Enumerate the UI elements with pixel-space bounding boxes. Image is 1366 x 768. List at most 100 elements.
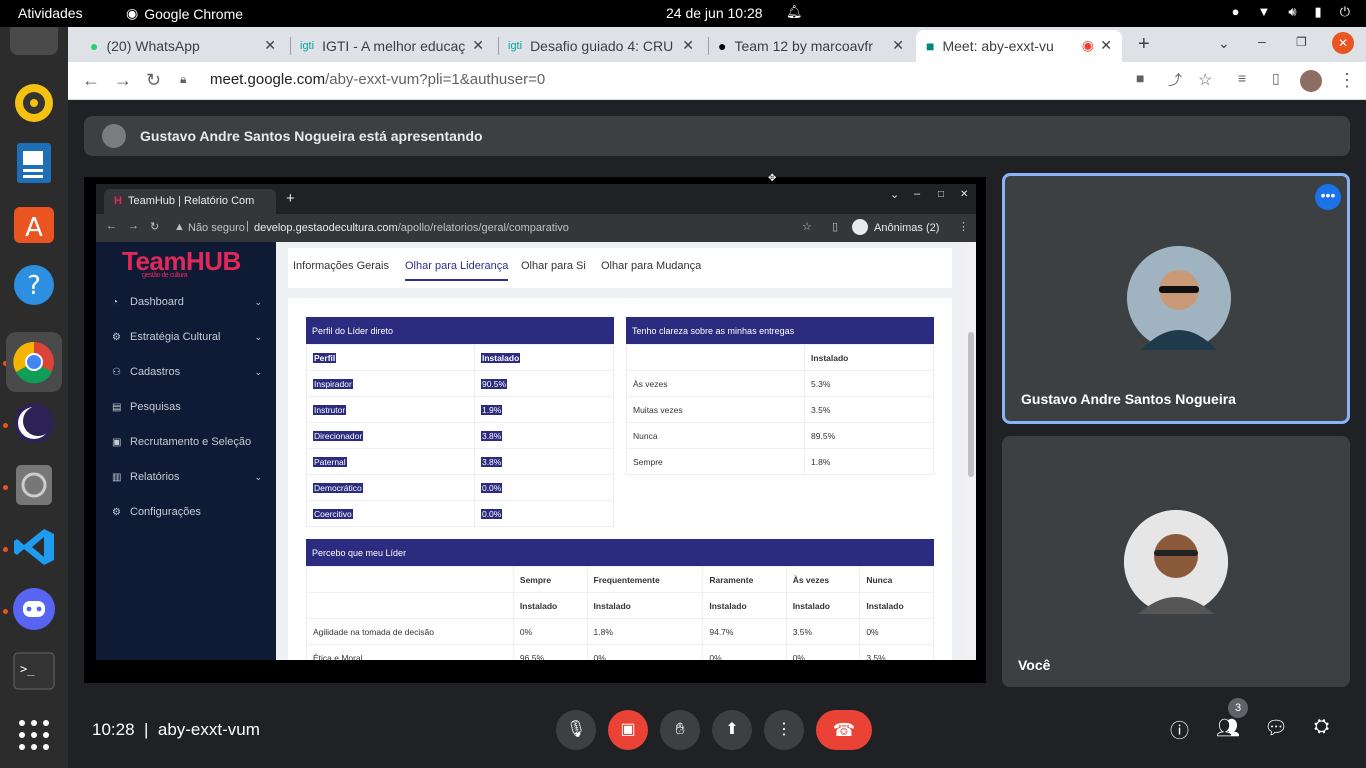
sidebar-item-cadastros[interactable]: ⚇ Cadastros ⌄: [112, 366, 272, 378]
new-tab-icon[interactable]: +: [1138, 33, 1150, 56]
close-tab-icon[interactable]: ✕: [472, 37, 484, 54]
close-tab-icon[interactable]: ✕: [682, 37, 694, 54]
close-window-icon[interactable]: ✕: [1332, 32, 1354, 54]
table-header-row: Instalado: [625, 344, 934, 371]
system-tray[interactable]: ● ▼ 🔊︎ ▮ ⏻: [1232, 4, 1350, 20]
igti-icon: igti: [300, 40, 315, 52]
scrollbar-thumb: [968, 332, 974, 477]
reading-list-icon[interactable]: ≡: [1238, 70, 1246, 86]
raise-hand-button[interactable]: ✋︎: [660, 710, 700, 750]
app-center-icon[interactable]: A: [10, 199, 58, 247]
activities-icon[interactable]: ⛭: [1314, 716, 1329, 738]
chrome-menu-icon[interactable]: ⋮: [1338, 70, 1356, 91]
restore-icon[interactable]: ❐: [1296, 35, 1307, 49]
rhythmbox-icon[interactable]: [10, 79, 58, 127]
sidebar-item-relatorios[interactable]: ▥ Relatórios ⌄: [112, 471, 272, 483]
meeting-details-icon[interactable]: ⓘ: [1170, 716, 1189, 743]
profile-avatar[interactable]: [1300, 70, 1322, 92]
activities-button[interactable]: Atividades: [18, 5, 83, 21]
shared-tab-strip: H TeamHub | Relatório Com + ⌄ – □ ✕: [96, 184, 976, 214]
system-top-bar: Atividades ◉ Google Chrome 24 de jun 10:2…: [0, 0, 1366, 27]
show-applications-icon[interactable]: [10, 711, 58, 759]
camera-off-button[interactable]: ▣: [608, 710, 648, 750]
tab-olhar-lideranca[interactable]: Olhar para Liderança: [405, 260, 509, 281]
terminal-icon[interactable]: >_: [10, 647, 58, 695]
tab-igti[interactable]: igti IGTI - A melhor educaç ✕: [290, 30, 494, 62]
lock-icon[interactable]: 🔒︎: [180, 72, 186, 87]
hang-up-icon: ☎︎: [832, 720, 856, 740]
vscode-icon[interactable]: [10, 523, 58, 571]
camera-off-icon: ▣: [620, 721, 636, 738]
sidebar-item-estrategia[interactable]: ⚙ Estratégia Cultural ⌄: [112, 331, 272, 343]
active-app-menu[interactable]: ◉ Google Chrome: [126, 5, 243, 22]
tab-label: IGTI - A melhor educaç: [322, 38, 466, 54]
users-icon: ⚇: [112, 366, 121, 378]
address-bar[interactable]: meet.google.com/aby-exxt-vum?pli=1&authu…: [210, 71, 545, 88]
minimize-icon[interactable]: –: [1258, 33, 1266, 49]
tab-informacoes-gerais[interactable]: Informações Gerais: [293, 260, 389, 272]
app-name: Google Chrome: [144, 5, 244, 22]
more-options-button[interactable]: ⋮: [764, 710, 804, 750]
more-options-icon[interactable]: •••: [1315, 184, 1341, 210]
close-tab-icon[interactable]: ✕: [264, 37, 276, 54]
clock[interactable]: 24 de jun 10:28: [666, 5, 763, 21]
incognito-label: Anônimas (2): [874, 222, 940, 234]
discord-icon[interactable]: [10, 585, 58, 633]
disk-app-icon[interactable]: [10, 461, 58, 509]
libreoffice-writer-icon[interactable]: [10, 139, 58, 187]
files-app-icon[interactable]: [10, 27, 58, 55]
shared-new-tab-icon: +: [286, 190, 295, 207]
camera-in-use-icon[interactable]: ■: [1136, 70, 1144, 86]
shared-tab[interactable]: H TeamHub | Relatório Com: [104, 189, 276, 214]
share-icon[interactable]: ⤴: [1168, 70, 1182, 90]
eclipse-icon[interactable]: [10, 399, 58, 447]
tab-whatsapp[interactable]: ● (20) WhatsApp ✕: [80, 30, 286, 62]
url-host: meet.google.com: [210, 71, 326, 88]
omnibox-bar: ← → ↻ 🔒︎ meet.google.com/aby-exxt-vum?pl…: [68, 62, 1366, 100]
forward-icon[interactable]: →: [114, 70, 132, 91]
warning-icon: ▲: [174, 221, 185, 233]
move-handle-icon[interactable]: ✥: [768, 173, 776, 184]
sidebar-item-recrutamento[interactable]: ▣ Recrutamento e Seleção: [112, 436, 272, 448]
participant-tile-self[interactable]: Você: [1002, 436, 1350, 687]
tab-search-icon[interactable]: ⌄: [1218, 35, 1230, 52]
table-title: Tenho clareza sobre as minhas entregas: [626, 317, 934, 344]
tab-olhar-si[interactable]: Olhar para Si: [521, 260, 586, 272]
close-tab-icon[interactable]: ✕: [1100, 37, 1112, 54]
microphone-button[interactable]: 🎙︎: [556, 710, 596, 750]
leave-call-button[interactable]: ☎︎: [816, 710, 872, 750]
running-indicator: [3, 485, 8, 490]
people-icon[interactable]: 👥︎: [1216, 716, 1240, 740]
tab-label: Desafio guiado 4: CRU: [530, 38, 674, 54]
tab-desafio[interactable]: igti Desafio guiado 4: CRU ✕: [498, 30, 704, 62]
participant-avatar: [1127, 246, 1231, 350]
sidebar-item-pesquisas[interactable]: ▤ Pesquisas: [112, 401, 272, 413]
chrome-icon: ◉: [126, 5, 139, 21]
tab-github[interactable]: ● Team 12 by marcoavfr ✕: [708, 30, 914, 62]
sidebar-item-configuracoes[interactable]: ⚙ Configurações: [112, 506, 272, 518]
tab-strip: ● (20) WhatsApp ✕ igti IGTI - A melhor e…: [68, 27, 1366, 62]
sidebar-item-dashboard[interactable]: ◔ Dashboard ⌄: [112, 296, 272, 308]
bookmark-star-icon[interactable]: ☆: [1198, 70, 1212, 90]
chat-icon[interactable]: 💬︎: [1264, 716, 1288, 740]
present-button[interactable]: ⬆: [712, 710, 752, 750]
close-tab-icon[interactable]: ✕: [892, 37, 904, 54]
report-panel: Perfil do Líder direto Perfil Instalado I…: [288, 298, 952, 660]
participant-tile-presenter[interactable]: ••• Gustavo Andre Santos Nogueira: [1002, 173, 1350, 424]
help-icon[interactable]: ?: [10, 261, 58, 309]
chrome-window: ● (20) WhatsApp ✕ igti IGTI - A melhor e…: [68, 27, 1366, 100]
shared-reload-icon: ↻: [150, 221, 160, 233]
table-row: Nunca 89.5%: [625, 422, 934, 449]
side-panel-icon[interactable]: ▯: [1272, 70, 1280, 87]
shared-side-panel-icon: ▯: [832, 221, 839, 233]
reload-icon[interactable]: ↻: [146, 70, 161, 91]
shared-minimize-icon: –: [914, 188, 921, 200]
back-icon[interactable]: ←: [82, 70, 100, 91]
table-row: Coercitivo 0.0%: [306, 500, 615, 527]
chevron-down-icon: ⌄: [254, 471, 262, 482]
google-chrome-icon[interactable]: [6, 332, 62, 392]
shared-close-icon: ✕: [960, 189, 969, 200]
tab-olhar-mudanca[interactable]: Olhar para Mudança: [601, 260, 701, 272]
tab-meet[interactable]: ■ Meet: aby-exxt-vu ◉ ✕: [916, 30, 1122, 62]
dock: A ? >_: [0, 27, 68, 768]
